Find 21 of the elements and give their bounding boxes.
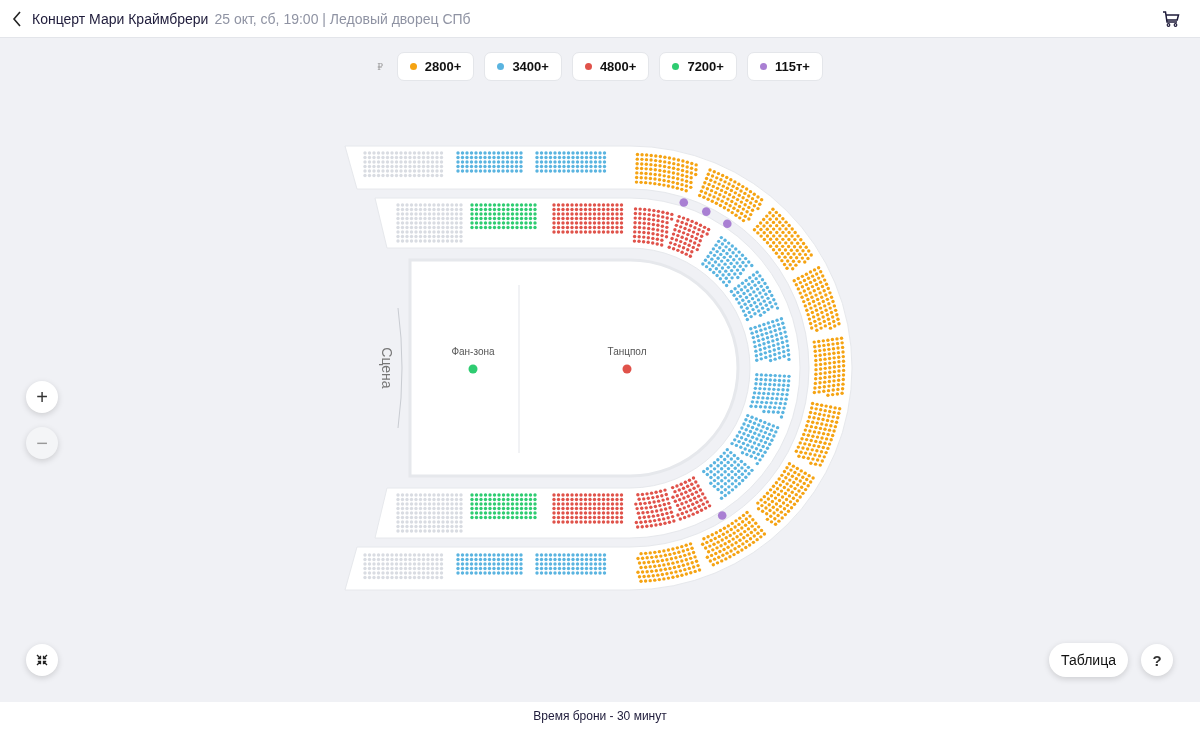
help-button[interactable]: ?: [1141, 644, 1173, 676]
event-title: Концерт Мари Краймбрери: [32, 10, 209, 27]
zone-marker[interactable]: [622, 364, 632, 374]
table-button[interactable]: Таблица: [1049, 643, 1128, 677]
booking-time-text: Время брони - 30 минут: [533, 709, 667, 723]
currency-label: ₽: [377, 61, 383, 72]
zone-label: Танцпол: [607, 346, 647, 357]
back-icon[interactable]: [12, 10, 22, 27]
price-filter[interactable]: 2800+: [396, 52, 475, 81]
collapse-icon: [36, 654, 48, 666]
price-filter[interactable]: 4800+: [571, 52, 650, 81]
event-details: 25 окт, сб, 19:00 | Ледовый дворец СПб: [214, 10, 471, 27]
zone-label: Фан-зона: [451, 346, 495, 357]
price-filter[interactable]: 3400+: [484, 52, 562, 81]
stage-label: Сцена: [379, 347, 395, 389]
fit-view-button[interactable]: [26, 644, 58, 676]
zone-marker[interactable]: [468, 364, 478, 374]
price-filter[interactable]: 7200+: [659, 52, 737, 81]
cart-icon[interactable]: [1162, 10, 1180, 27]
zoom-in-button[interactable]: +: [26, 381, 58, 413]
price-filter[interactable]: 115т+: [746, 52, 823, 81]
